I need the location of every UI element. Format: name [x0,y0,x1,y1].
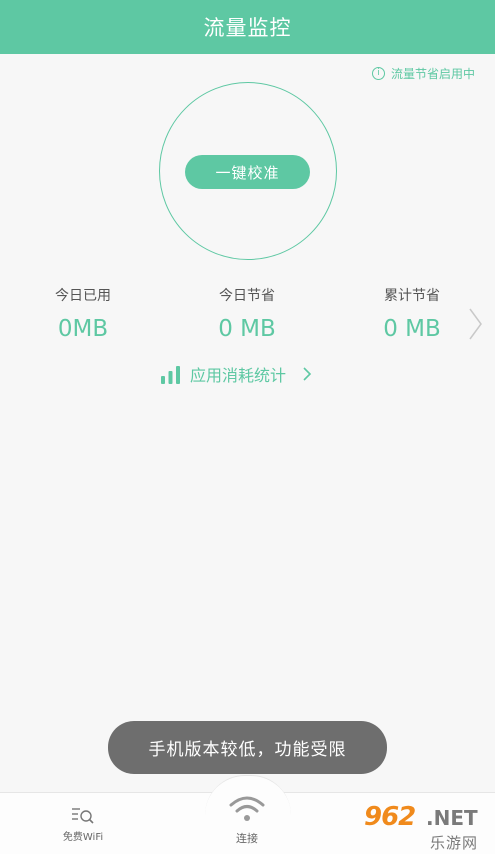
app-usage-label: 应用消耗统计 [190,366,287,385]
tab-free-wifi[interactable]: 免费WiFi [52,806,114,843]
stat-value: 0 MB [383,316,441,342]
tab-label: 连接 [236,832,258,845]
site-watermark: 962 .NET 乐游网 [360,800,495,854]
app-usage-link[interactable]: 应用消耗统计 [160,360,314,388]
tab-label: 免费WiFi [62,832,104,843]
saver-status-text: 流量节省启用中 [390,67,475,81]
stat-label: 累计节省 [384,288,440,304]
saver-status[interactable]: i 流量节省启用中 [371,65,475,82]
info-icon: i [371,67,385,80]
stat-value: 0 MB [218,316,276,342]
stat-value: 0MB [57,316,109,342]
stat-label: 今日已用 [55,288,111,304]
chevron-right-icon [303,367,312,381]
stat-today-used: 今日已用 0MB [13,284,153,342]
stat-label: 今日节省 [219,288,275,304]
signal-bars-icon [161,366,180,384]
watermark-number: 962 [364,802,416,832]
page-title: 流量监控 [203,16,292,40]
stat-today-saved: 今日节省 0 MB [177,284,317,342]
watermark-domain: .NET [426,806,478,830]
watermark-sub: 乐游网 [430,834,479,852]
tab-connect[interactable]: 连接 [214,792,280,846]
stat-total-saved: 累计节省 0 MB [342,284,482,342]
calibrate-button[interactable]: 一键校准 [185,155,310,189]
stats-row: 今日已用 0MB 今日节省 0 MB 累计节省 0 MB [0,284,495,354]
wifi-search-icon [72,808,94,824]
app-header: 流量监控 [0,0,495,54]
toast-message: 手机版本较低，功能受限 [108,721,387,774]
chevron-right-icon[interactable] [466,307,484,341]
wifi-icon [229,796,265,821]
